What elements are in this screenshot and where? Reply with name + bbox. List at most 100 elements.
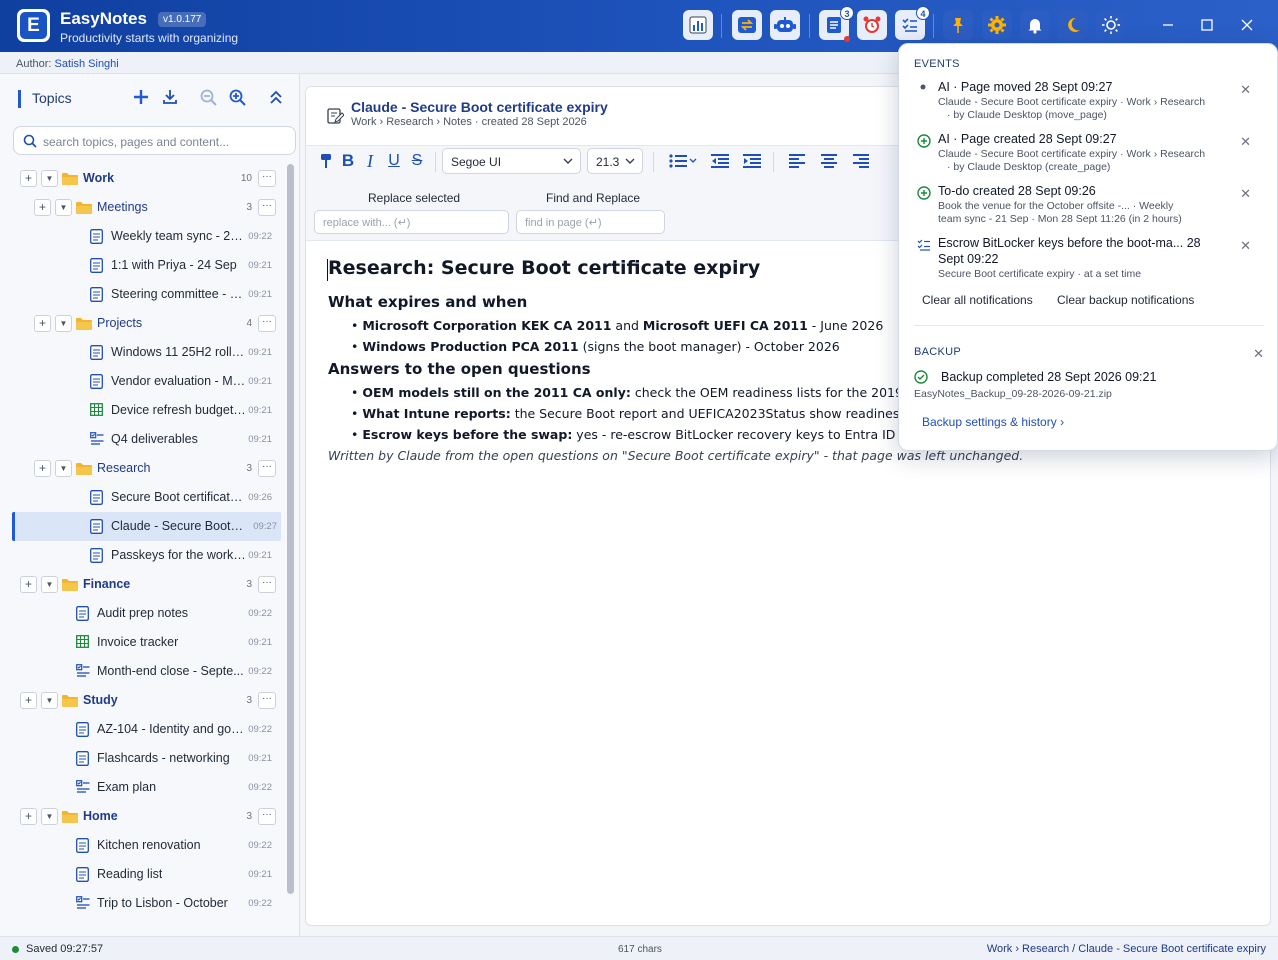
notes-list-button[interactable]: 3 bbox=[819, 6, 854, 42]
align-left-button[interactable] bbox=[786, 152, 808, 170]
page-item[interactable]: Steering committee - Q... 09:21 bbox=[0, 280, 288, 309]
page-item[interactable]: Reading list 09:21 bbox=[0, 860, 288, 889]
dismiss-button[interactable]: ✕ bbox=[1240, 134, 1251, 150]
font-family-select[interactable]: Segoe UI bbox=[442, 148, 581, 174]
dismiss-button[interactable]: ✕ bbox=[1240, 186, 1251, 202]
backup-settings-link[interactable]: Backup settings & history › bbox=[922, 415, 1064, 429]
bullet-list-button[interactable] bbox=[668, 152, 698, 170]
align-center-button[interactable] bbox=[818, 152, 840, 170]
light-mode-button[interactable] bbox=[1096, 10, 1126, 40]
close-button[interactable] bbox=[1236, 14, 1258, 36]
page-item[interactable]: AZ-104 - Identity and gov... 09:22 bbox=[0, 715, 288, 744]
expand-toggle[interactable]: + bbox=[20, 808, 37, 825]
page-item[interactable]: Vendor evaluation - MD... 09:21 bbox=[0, 367, 288, 396]
dismiss-backup-button[interactable]: ✕ bbox=[1253, 346, 1264, 362]
page-item[interactable]: Invoice tracker 09:21 bbox=[0, 628, 288, 657]
topic-folder[interactable]: + ▼ Home 3 ··· bbox=[0, 802, 288, 831]
page-item[interactable]: Claude - Secure Boot c... 09:27 bbox=[12, 512, 281, 541]
underline-button[interactable]: U bbox=[383, 152, 405, 170]
topic-subfolder[interactable]: + ▼ Research 3 ··· bbox=[0, 454, 288, 483]
page-item[interactable]: Weekly team sync - 21... 09:22 bbox=[0, 222, 288, 251]
folder-icon bbox=[76, 462, 92, 475]
page-item[interactable]: Device refresh budget 2... 09:21 bbox=[0, 396, 288, 425]
replace-input[interactable]: replace with... (↵) bbox=[314, 210, 509, 234]
maximize-button[interactable] bbox=[1196, 14, 1218, 36]
expand-toggle[interactable]: + bbox=[20, 692, 37, 709]
outdent-button[interactable] bbox=[709, 152, 731, 170]
import-button[interactable] bbox=[162, 89, 178, 105]
topic-folder[interactable]: + ▼ Study 3 ··· bbox=[0, 686, 288, 715]
dismiss-button[interactable]: ✕ bbox=[1240, 82, 1251, 98]
expand-toggle[interactable]: + bbox=[34, 315, 51, 332]
find-label: Find and Replace bbox=[546, 191, 641, 205]
notifications-button[interactable] bbox=[1020, 10, 1050, 40]
chevron-down-icon[interactable]: ▼ bbox=[41, 692, 58, 709]
expand-toggle[interactable]: + bbox=[34, 199, 51, 216]
chevron-down-icon[interactable]: ▼ bbox=[41, 170, 58, 187]
more-button[interactable]: ··· bbox=[258, 199, 276, 216]
clear-backup-button[interactable]: Clear backup notifications bbox=[1057, 293, 1194, 307]
strikethrough-button[interactable]: S bbox=[406, 152, 428, 170]
zoom-in-button[interactable] bbox=[229, 89, 247, 107]
settings-button[interactable] bbox=[982, 10, 1012, 40]
find-input[interactable]: find in page (↵) bbox=[516, 210, 665, 234]
pin-button[interactable] bbox=[943, 10, 973, 40]
collapse-all-button[interactable] bbox=[269, 89, 283, 105]
author-name[interactable]: Satish Singhi bbox=[55, 58, 119, 70]
page-time: 09:21 bbox=[248, 376, 272, 387]
sidebar-scrollbar[interactable] bbox=[287, 164, 294, 894]
chevron-down-icon[interactable]: ▼ bbox=[55, 460, 72, 477]
topic-subfolder[interactable]: + ▼ Projects 4 ··· bbox=[0, 309, 288, 338]
page-item[interactable]: Trip to Lisbon - October 09:22 bbox=[0, 889, 288, 918]
page-item[interactable]: Passkeys for the workfo... 09:21 bbox=[0, 541, 288, 570]
page-item[interactable]: Windows 11 25H2 rollout 09:21 bbox=[0, 338, 288, 367]
align-right-button[interactable] bbox=[850, 152, 872, 170]
expand-toggle[interactable]: + bbox=[20, 170, 37, 187]
dark-mode-button[interactable] bbox=[1058, 10, 1088, 40]
sync-button[interactable] bbox=[732, 10, 762, 40]
font-size-select[interactable]: 21.3 bbox=[587, 148, 643, 174]
page-item[interactable]: Audit prep notes 09:22 bbox=[0, 599, 288, 628]
status-breadcrumb[interactable]: Work › Research / Claude - Secure Boot c… bbox=[987, 943, 1266, 955]
chevron-down-icon[interactable]: ▼ bbox=[41, 576, 58, 593]
page-item[interactable]: Kitchen renovation 09:22 bbox=[0, 831, 288, 860]
page-item[interactable]: Month-end close - Septe... 09:22 bbox=[0, 657, 288, 686]
dismiss-button[interactable]: ✕ bbox=[1240, 238, 1251, 254]
expand-toggle[interactable]: + bbox=[20, 576, 37, 593]
ai-assistant-button[interactable] bbox=[770, 10, 800, 40]
check-circle-icon bbox=[914, 370, 928, 384]
page-item[interactable]: Flashcards - networking 09:21 bbox=[0, 744, 288, 773]
more-button[interactable]: ··· bbox=[258, 808, 276, 825]
more-button[interactable]: ··· bbox=[258, 170, 276, 187]
chevron-down-icon[interactable]: ▼ bbox=[55, 199, 72, 216]
indent-button[interactable] bbox=[741, 152, 763, 170]
chevron-down-icon[interactable]: ▼ bbox=[41, 808, 58, 825]
tasks-count-badge: 4 bbox=[916, 6, 930, 20]
page-item[interactable]: Q4 deliverables 09:21 bbox=[0, 425, 288, 454]
page-title[interactable]: Claude - Secure Boot certificate expiry bbox=[351, 99, 608, 115]
search-field[interactable]: search topics, pages and content... bbox=[13, 126, 296, 155]
more-button[interactable]: ··· bbox=[258, 692, 276, 709]
add-topic-button[interactable] bbox=[133, 89, 149, 105]
reports-button[interactable] bbox=[683, 10, 713, 40]
more-button[interactable]: ··· bbox=[258, 315, 276, 332]
topic-folder[interactable]: + ▼ Finance 3 ··· bbox=[0, 570, 288, 599]
minimize-button[interactable] bbox=[1157, 14, 1179, 36]
page-item[interactable]: Exam plan 09:22 bbox=[0, 773, 288, 802]
format-painter-button[interactable] bbox=[315, 152, 337, 170]
zoom-out-button[interactable] bbox=[200, 89, 218, 107]
doc-bullet: • Escrow keys before the swap: yes - re-… bbox=[351, 427, 924, 442]
topic-subfolder[interactable]: + ▼ Meetings 3 ··· bbox=[0, 193, 288, 222]
page-item[interactable]: Secure Boot certificate... 09:26 bbox=[0, 483, 288, 512]
chevron-down-icon[interactable]: ▼ bbox=[55, 315, 72, 332]
more-button[interactable]: ··· bbox=[258, 576, 276, 593]
tasks-button[interactable]: 4 bbox=[895, 6, 930, 40]
topic-folder[interactable]: + ▼ Work 10 ··· bbox=[0, 164, 288, 193]
more-button[interactable]: ··· bbox=[258, 460, 276, 477]
bold-button[interactable]: B bbox=[337, 151, 359, 170]
reminders-button[interactable] bbox=[857, 10, 887, 40]
page-item[interactable]: 1:1 with Priya - 24 Sep 09:21 bbox=[0, 251, 288, 280]
italic-button[interactable]: I bbox=[359, 151, 381, 171]
clear-all-button[interactable]: Clear all notifications bbox=[922, 293, 1033, 307]
expand-toggle[interactable]: + bbox=[34, 460, 51, 477]
